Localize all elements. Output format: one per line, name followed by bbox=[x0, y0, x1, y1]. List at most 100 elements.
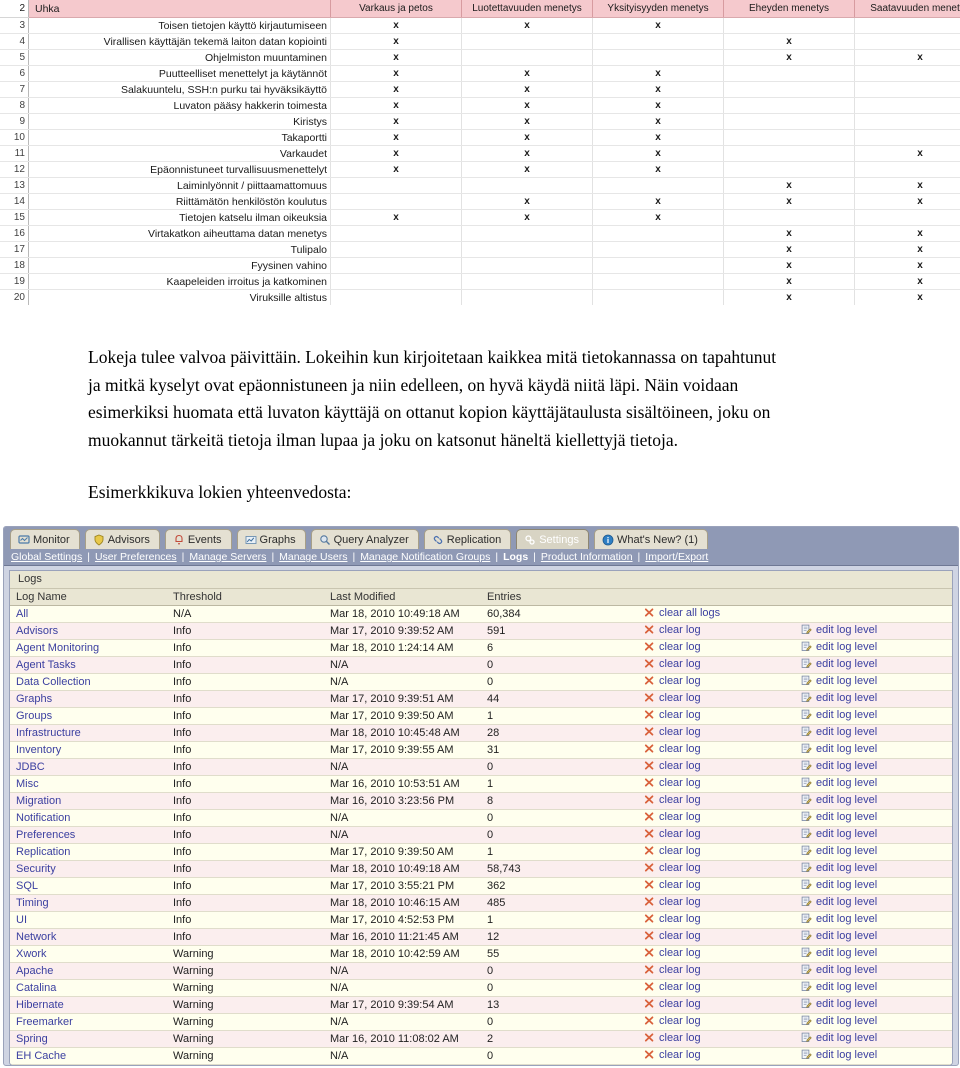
clear-log-action[interactable]: clear log bbox=[644, 709, 701, 721]
clear-log-action[interactable]: clear log bbox=[644, 913, 701, 925]
tab-monitor[interactable]: Monitor bbox=[10, 529, 80, 549]
subnav-item-manage-users[interactable]: Manage Users bbox=[279, 551, 347, 563]
col-entries[interactable]: Entries bbox=[481, 589, 638, 606]
edit-log-level-action[interactable]: edit log level bbox=[801, 709, 877, 721]
clear-log-action[interactable]: clear log bbox=[644, 641, 701, 653]
clear-log-action[interactable]: clear log bbox=[644, 743, 701, 755]
clear-log-action[interactable]: clear log bbox=[644, 862, 701, 874]
edit-log-level-action[interactable]: edit log level bbox=[801, 1049, 877, 1061]
edit-log-level-action[interactable]: edit log level bbox=[801, 930, 877, 942]
clear-log-action[interactable]: clear log bbox=[644, 1049, 701, 1061]
clear-log-action[interactable]: clear log bbox=[644, 1032, 701, 1044]
clear-log-action[interactable]: clear log bbox=[644, 930, 701, 942]
edit-log-level-action[interactable]: edit log level bbox=[801, 998, 877, 1010]
edit-log-level-action[interactable]: edit log level bbox=[801, 811, 877, 823]
col-log-name[interactable]: Log Name bbox=[10, 589, 167, 606]
subnav-item-user-preferences[interactable]: User Preferences bbox=[95, 551, 177, 563]
edit-log-level-action[interactable]: edit log level bbox=[801, 624, 877, 636]
clear-all-logs-action[interactable]: clear all logs bbox=[644, 607, 720, 619]
log-name-link[interactable]: Graphs bbox=[16, 693, 52, 705]
edit-log-level-action[interactable]: edit log level bbox=[801, 845, 877, 857]
edit-log-level-action[interactable]: edit log level bbox=[801, 862, 877, 874]
log-name-link[interactable]: Network bbox=[16, 931, 56, 943]
edit-log-level-action[interactable]: edit log level bbox=[801, 726, 877, 738]
clear-log-action[interactable]: clear log bbox=[644, 658, 701, 670]
log-name-link[interactable]: Freemarker bbox=[16, 1016, 73, 1028]
edit-log-level-action[interactable]: edit log level bbox=[801, 828, 877, 840]
log-name-link[interactable]: UI bbox=[16, 914, 27, 926]
subnav-item-logs[interactable]: Logs bbox=[503, 551, 528, 563]
edit-log-level-action[interactable]: edit log level bbox=[801, 658, 877, 670]
log-name-link[interactable]: Infrastructure bbox=[16, 727, 81, 739]
log-name-link[interactable]: Spring bbox=[16, 1033, 48, 1045]
log-name-link[interactable]: Notification bbox=[16, 812, 70, 824]
edit-log-level-action[interactable]: edit log level bbox=[801, 675, 877, 687]
log-name-link[interactable]: Inventory bbox=[16, 744, 61, 756]
tab-graphs[interactable]: Graphs bbox=[236, 529, 306, 549]
subnav-item-product-information[interactable]: Product Information bbox=[541, 551, 633, 563]
log-name-link[interactable]: Security bbox=[16, 863, 56, 875]
clear-log-action[interactable]: clear log bbox=[644, 675, 701, 687]
edit-log-level-action[interactable]: edit log level bbox=[801, 777, 877, 789]
clear-log-action[interactable]: clear log bbox=[644, 692, 701, 704]
edit-log-level-action[interactable]: edit log level bbox=[801, 981, 877, 993]
log-name-link[interactable]: Groups bbox=[16, 710, 52, 722]
log-name-link[interactable]: Agent Monitoring bbox=[16, 642, 99, 654]
tab-advisors[interactable]: Advisors bbox=[84, 529, 160, 549]
subnav-item-import-export[interactable]: Import/Export bbox=[645, 551, 708, 563]
clear-log-action[interactable]: clear log bbox=[644, 845, 701, 857]
clear-log-action[interactable]: clear log bbox=[644, 811, 701, 823]
clear-log-action[interactable]: clear log bbox=[644, 896, 701, 908]
log-name-link[interactable]: Advisors bbox=[16, 625, 58, 637]
edit-log-level-action[interactable]: edit log level bbox=[801, 964, 877, 976]
clear-log-action[interactable]: clear log bbox=[644, 726, 701, 738]
col-threshold[interactable]: Threshold bbox=[167, 589, 324, 606]
log-name-link[interactable]: Misc bbox=[16, 778, 39, 790]
log-name-link[interactable]: Data Collection bbox=[16, 676, 91, 688]
log-name-link[interactable]: Hibernate bbox=[16, 999, 64, 1011]
edit-log-level-action[interactable]: edit log level bbox=[801, 913, 877, 925]
edit-log-level-action[interactable]: edit log level bbox=[801, 692, 877, 704]
edit-log-level-action[interactable]: edit log level bbox=[801, 760, 877, 772]
log-name-link[interactable]: Xwork bbox=[16, 948, 47, 960]
log-name-link[interactable]: Migration bbox=[16, 795, 61, 807]
col-last-modified[interactable]: Last Modified bbox=[324, 589, 481, 606]
log-name-link[interactable]: Timing bbox=[16, 897, 49, 909]
clear-log-action[interactable]: clear log bbox=[644, 879, 701, 891]
edit-log-level-action[interactable]: edit log level bbox=[801, 794, 877, 806]
log-name-link[interactable]: Preferences bbox=[16, 829, 75, 841]
edit-log-level-action[interactable]: edit log level bbox=[801, 896, 877, 908]
tab-settings[interactable]: Settings bbox=[516, 529, 589, 549]
edit-log-level-action[interactable]: edit log level bbox=[801, 1015, 877, 1027]
log-name-link[interactable]: Replication bbox=[16, 846, 70, 858]
subnav-item-manage-servers[interactable]: Manage Servers bbox=[189, 551, 266, 563]
log-name-link[interactable]: SQL bbox=[16, 880, 38, 892]
log-name-link[interactable]: Agent Tasks bbox=[16, 659, 76, 671]
clear-log-action[interactable]: clear log bbox=[644, 998, 701, 1010]
edit-log-level-action[interactable]: edit log level bbox=[801, 743, 877, 755]
clear-log-action[interactable]: clear log bbox=[644, 760, 701, 772]
clear-log-action[interactable]: clear log bbox=[644, 981, 701, 993]
clear-log-action[interactable]: clear log bbox=[644, 1015, 701, 1027]
subnav-item-global-settings[interactable]: Global Settings bbox=[11, 551, 82, 563]
tab-replication[interactable]: Replication bbox=[423, 529, 512, 549]
log-name-link[interactable]: Apache bbox=[16, 965, 53, 977]
edit-log-level-action[interactable]: edit log level bbox=[801, 1032, 877, 1044]
log-name-link[interactable]: Catalina bbox=[16, 982, 56, 994]
edit-log-level-action[interactable]: edit log level bbox=[801, 641, 877, 653]
clear-log-action[interactable]: clear log bbox=[644, 624, 701, 636]
clear-log-action[interactable]: clear log bbox=[644, 828, 701, 840]
clear-log-action[interactable]: clear log bbox=[644, 947, 701, 959]
log-name-link[interactable]: JDBC bbox=[16, 761, 45, 773]
tab-events[interactable]: Events bbox=[164, 529, 232, 549]
subnav-item-manage-notification-groups[interactable]: Manage Notification Groups bbox=[360, 551, 490, 563]
clear-log-action[interactable]: clear log bbox=[644, 794, 701, 806]
tab-what-s-new-1[interactable]: What's New? (1) bbox=[593, 529, 708, 549]
edit-log-level-action[interactable]: edit log level bbox=[801, 947, 877, 959]
clear-log-action[interactable]: clear log bbox=[644, 964, 701, 976]
tab-query-analyzer[interactable]: Query Analyzer bbox=[310, 529, 419, 549]
clear-log-action[interactable]: clear log bbox=[644, 777, 701, 789]
log-name-link[interactable]: EH Cache bbox=[16, 1050, 66, 1062]
edit-log-level-action[interactable]: edit log level bbox=[801, 879, 877, 891]
log-name-link[interactable]: All bbox=[16, 608, 28, 620]
